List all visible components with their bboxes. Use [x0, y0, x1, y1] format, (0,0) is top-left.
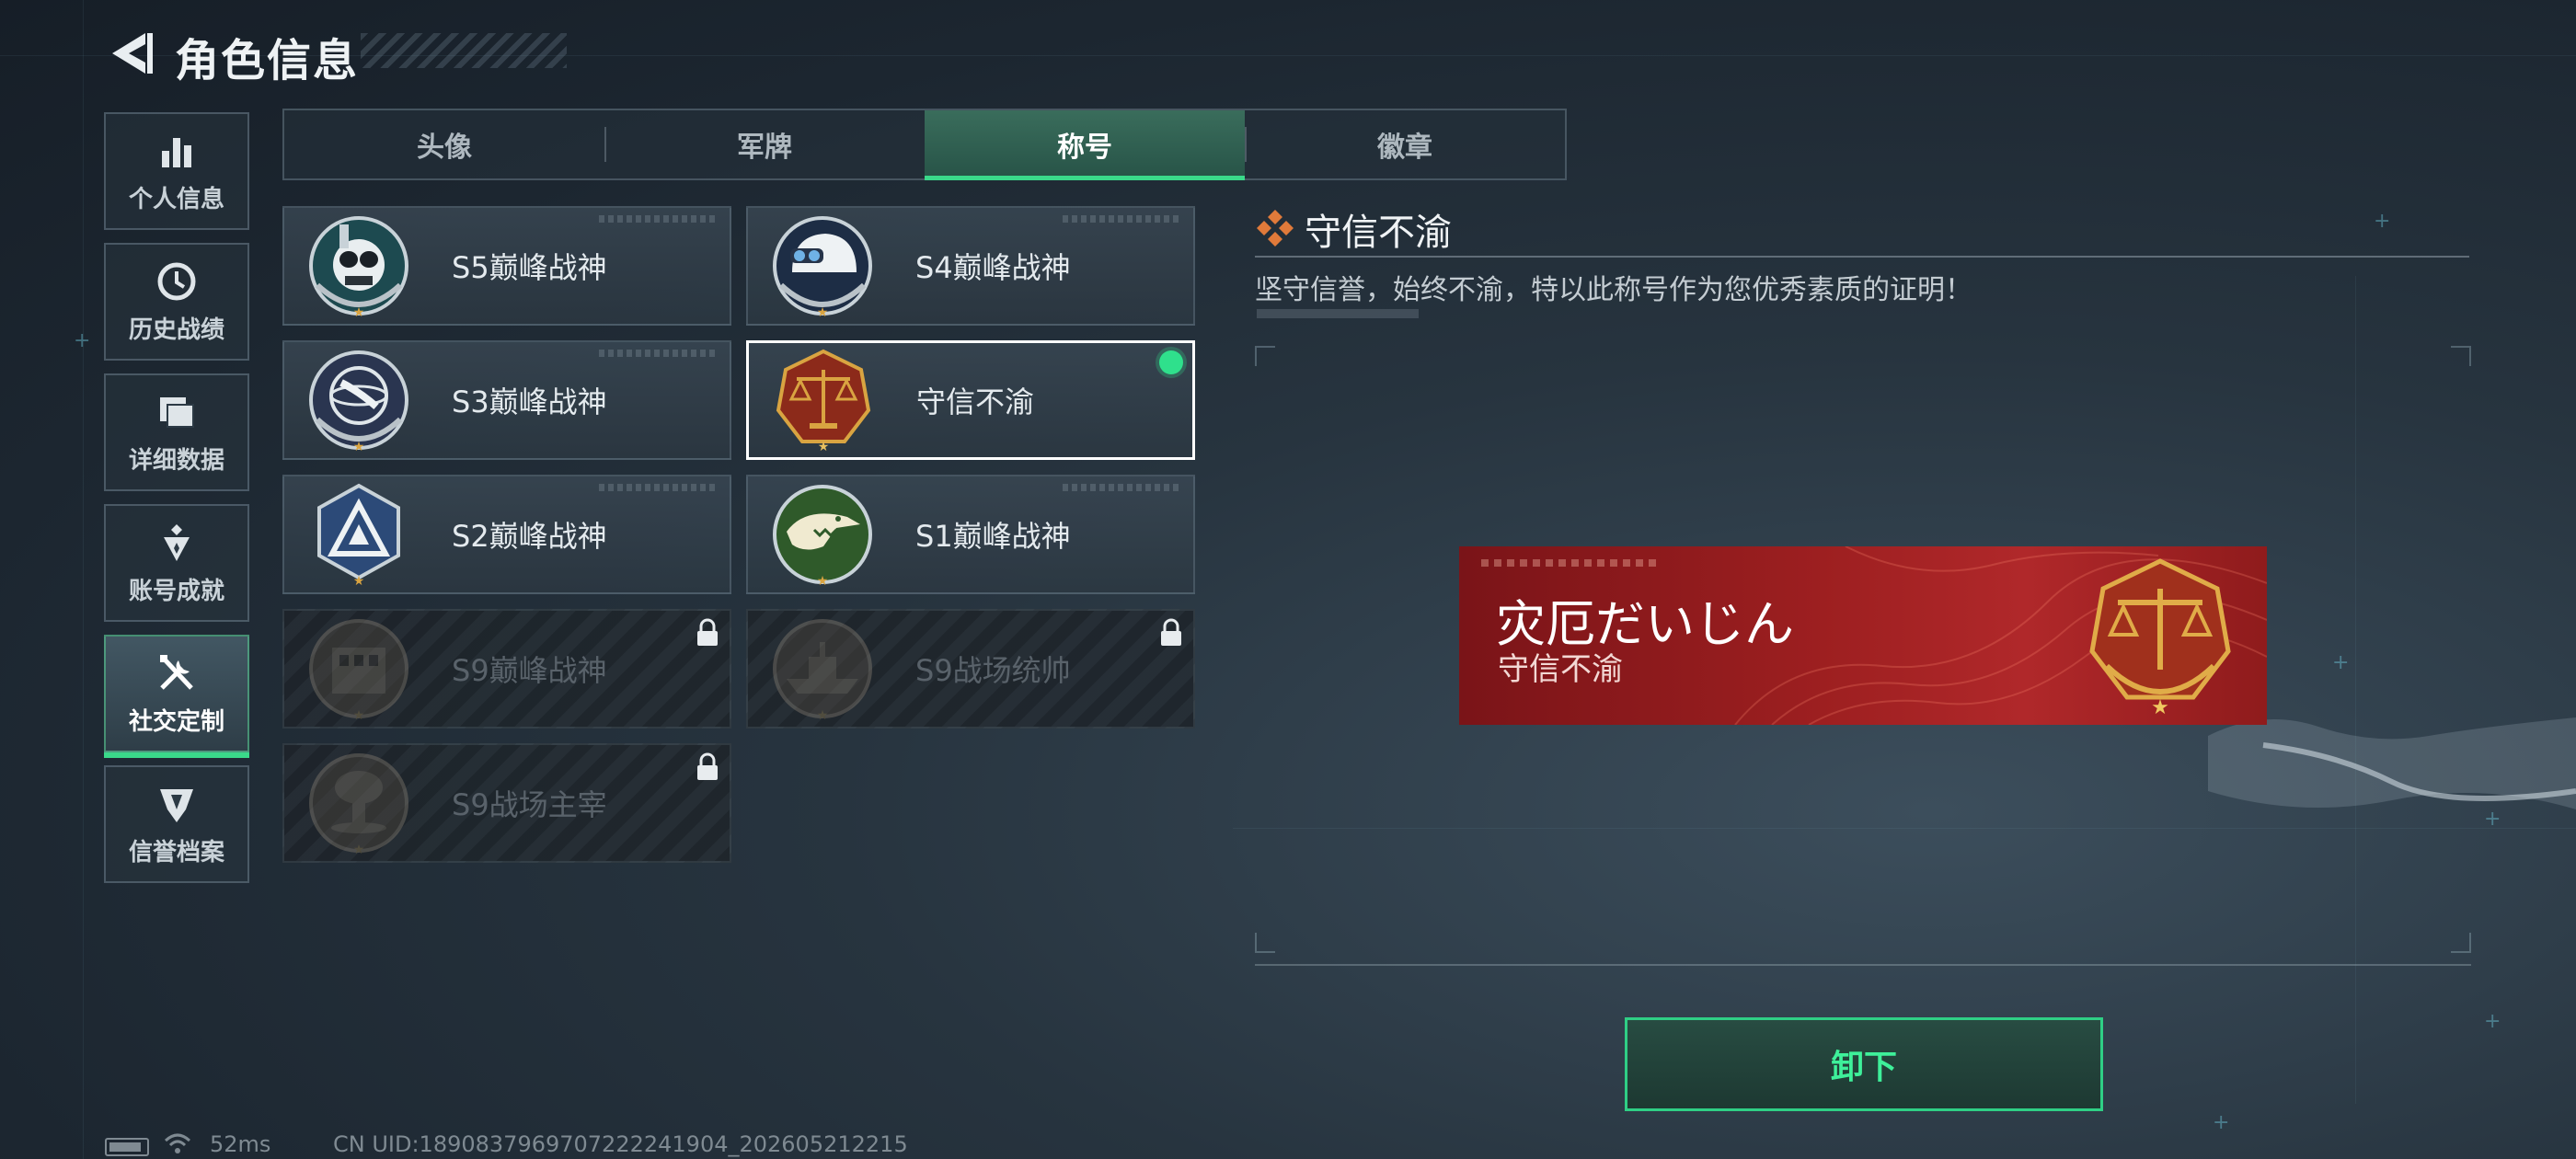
sidebar-item-history[interactable]: 历史战绩 — [104, 243, 249, 361]
title-card-label: S9战场统帅 — [915, 653, 1071, 688]
sidebar-item-label: 个人信息 — [128, 185, 224, 213]
bar-chart-icon — [162, 137, 191, 167]
building-medal-icon: ★ — [309, 619, 408, 723]
svg-text:★: ★ — [817, 708, 829, 723]
globe-medal-icon: ★ — [309, 350, 408, 454]
sidebar-item-label: 账号成就 — [128, 577, 224, 605]
title-banner-preview: 灾厄だいじん 守信不渝 ★ — [1459, 546, 2267, 725]
tools-icon — [160, 654, 193, 690]
tab-dog-tag[interactable]: 军牌 — [604, 110, 925, 178]
title-card-label: S3巅峰战神 — [452, 384, 607, 419]
title-card-label: S1巅峰战神 — [915, 519, 1071, 554]
title-card-label: S5巅峰战神 — [452, 250, 607, 285]
card-ticks-decor — [599, 350, 719, 357]
folder-icon — [160, 396, 194, 428]
tab-bar: 头像 军牌 称号 徽章 — [282, 109, 1567, 180]
clock-icon — [157, 262, 196, 300]
achievement-icon — [164, 523, 190, 561]
shield-icon — [160, 788, 193, 822]
page-title: 角色信息 — [175, 35, 360, 86]
wifi-icon — [164, 1133, 191, 1153]
title-card-s2[interactable]: ★ S2巅峰战神 — [282, 475, 731, 594]
equipped-indicator — [1159, 350, 1183, 374]
scales-emblem-icon: ★ — [2089, 558, 2231, 717]
title-card-s9-dominator[interactable]: ★ S9战场主宰 — [282, 743, 731, 863]
svg-text:★: ★ — [353, 708, 365, 723]
svg-text:★: ★ — [817, 574, 829, 589]
title-stripes-decor — [361, 33, 567, 68]
detail-description: 坚守信誉，始终不渝，特以此称号作为您优秀素质的证明！ — [1255, 274, 1972, 306]
title-card-label: 守信不渝 — [916, 384, 1035, 419]
warship-medal-icon: ★ — [773, 619, 872, 723]
title-card-label: S9战场主宰 — [452, 787, 607, 822]
card-ticks-decor — [1063, 484, 1182, 491]
sidebar-item-detailed-data[interactable]: 详细数据 — [104, 373, 249, 491]
back-arrow-icon[interactable] — [103, 28, 158, 79]
uid-text: CN UID:1890837969707222241904_2026052122… — [333, 1131, 908, 1157]
svg-text:★: ★ — [817, 305, 829, 320]
title-card-label: S2巅峰战神 — [452, 519, 607, 554]
banner-code-decor — [1481, 559, 1656, 567]
lock-icon — [697, 752, 718, 780]
sidebar-item-credit-record[interactable]: 信誉档案 — [104, 765, 249, 883]
tab-badge[interactable]: 徽章 — [1245, 110, 1565, 178]
svg-text:★: ★ — [353, 440, 365, 454]
svg-text:★: ★ — [818, 440, 830, 454]
title-card-label: S4巅峰战神 — [915, 250, 1071, 285]
banner-title-name: 守信不渝 — [1498, 651, 1623, 688]
detail-divider — [1255, 256, 2469, 258]
tab-title[interactable]: 称号 — [925, 110, 1245, 180]
svg-text:★: ★ — [353, 305, 365, 320]
title-card-s1[interactable]: ★ S1巅峰战神 — [746, 475, 1195, 594]
svg-text:★: ★ — [2151, 696, 2169, 717]
lock-icon — [1161, 618, 1181, 646]
sidebar-item-label: 社交定制 — [128, 707, 224, 736]
ping-readout: 52ms — [210, 1131, 271, 1157]
tab-avatar[interactable]: 头像 — [284, 110, 604, 178]
title-card-s9-peak[interactable]: ★ S9巅峰战神 — [282, 609, 731, 729]
diver-skull-medal-icon: ★ — [309, 216, 408, 320]
triangle-medal-icon: ★ — [317, 483, 400, 589]
detail-subtext-decor — [1257, 309, 1419, 318]
lock-icon — [697, 618, 718, 646]
card-ticks-decor — [1063, 215, 1182, 223]
scales-medal-icon: ★ — [776, 349, 871, 454]
sidebar-item-social-custom[interactable]: 社交定制 — [104, 635, 249, 758]
svg-text:★: ★ — [353, 843, 365, 857]
title-card-label: S9巅峰战神 — [452, 653, 607, 688]
title-card-s9-commander[interactable]: ★ S9战场统帅 — [746, 609, 1195, 729]
detail-title: 守信不渝 — [1305, 212, 1452, 254]
title-card-s4[interactable]: ★ S4巅峰战神 — [746, 206, 1195, 326]
diamond-title-icon — [1257, 210, 1294, 247]
title-card-keep-faith[interactable]: ★ 守信不渝 — [746, 340, 1195, 460]
sidebar-item-label: 历史战绩 — [128, 316, 224, 344]
svg-text:★: ★ — [353, 574, 365, 589]
crocodile-medal-icon: ★ — [773, 485, 872, 589]
mushroom-cloud-medal-icon: ★ — [309, 753, 408, 857]
helmet-medal-icon: ★ — [773, 216, 872, 320]
card-ticks-decor — [599, 484, 719, 491]
sidebar-item-label: 信誉档案 — [128, 838, 224, 866]
unequip-button[interactable]: 卸下 — [1625, 1017, 2103, 1111]
sidebar-item-label: 详细数据 — [128, 446, 224, 475]
battery-icon — [105, 1138, 149, 1156]
sidebar-item-achievements[interactable]: 账号成就 — [104, 504, 249, 622]
title-card-s3[interactable]: ★ S3巅峰战神 — [282, 340, 731, 460]
title-card-s5[interactable]: ★ S5巅峰战神 — [282, 206, 731, 326]
card-ticks-decor — [599, 215, 719, 223]
sidebar-item-personal-info[interactable]: 个人信息 — [104, 112, 249, 230]
